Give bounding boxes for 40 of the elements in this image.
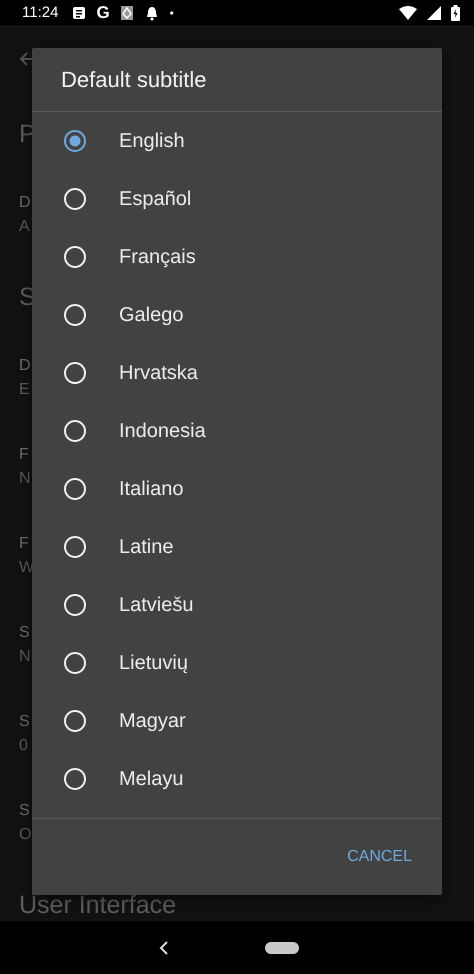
cancel-button[interactable]: CANCEL — [339, 840, 420, 874]
more-notifications-icon: • — [170, 6, 174, 20]
setting-title: D — [19, 356, 31, 376]
setting-summary: A — [19, 217, 30, 238]
wifi-icon — [399, 6, 417, 20]
option-label[interactable]: Italiano — [119, 478, 184, 500]
option-label[interactable]: Español — [119, 188, 192, 210]
option-label[interactable]: Lietuvių — [119, 652, 188, 674]
section-header: User Interface — [19, 890, 176, 922]
setting-title: S — [19, 623, 30, 644]
app-letter-icon: G — [96, 2, 110, 23]
radio-button[interactable] — [63, 129, 87, 153]
setting-summary: N — [19, 647, 31, 668]
option-label[interactable]: Latine — [119, 536, 174, 558]
notes-icon — [72, 6, 86, 20]
home-pill[interactable] — [265, 942, 299, 954]
option-label[interactable]: Hrvatska — [119, 362, 198, 384]
option-label[interactable]: Melayu — [119, 768, 184, 790]
back-arrow-icon[interactable] — [19, 51, 35, 68]
option-label[interactable]: Indonesia — [119, 420, 206, 442]
status-time: 11:24 — [22, 4, 58, 22]
option-label[interactable]: Latviešu — [119, 594, 194, 616]
app-icon — [120, 4, 134, 21]
setting-title: F — [19, 534, 29, 554]
option-label[interactable]: Galego — [119, 304, 184, 326]
setting-title: D — [19, 193, 31, 214]
option-label[interactable]: English — [119, 130, 185, 152]
setting-summary: N — [19, 469, 31, 490]
setting-title: S — [19, 712, 30, 732]
signal-icon — [427, 6, 441, 20]
option-label[interactable]: Français — [119, 246, 196, 268]
battery-icon — [451, 4, 460, 21]
dialog-title: Default subtitle — [32, 48, 442, 112]
setting-title: S — [19, 801, 30, 822]
option-label[interactable]: Magyar — [119, 710, 186, 732]
setting-title: F — [19, 445, 29, 466]
back-icon[interactable] — [159, 940, 169, 955]
setting-summary: E — [19, 380, 30, 400]
setting-summary: O — [19, 825, 32, 846]
setting-summary: 0 — [19, 736, 28, 756]
